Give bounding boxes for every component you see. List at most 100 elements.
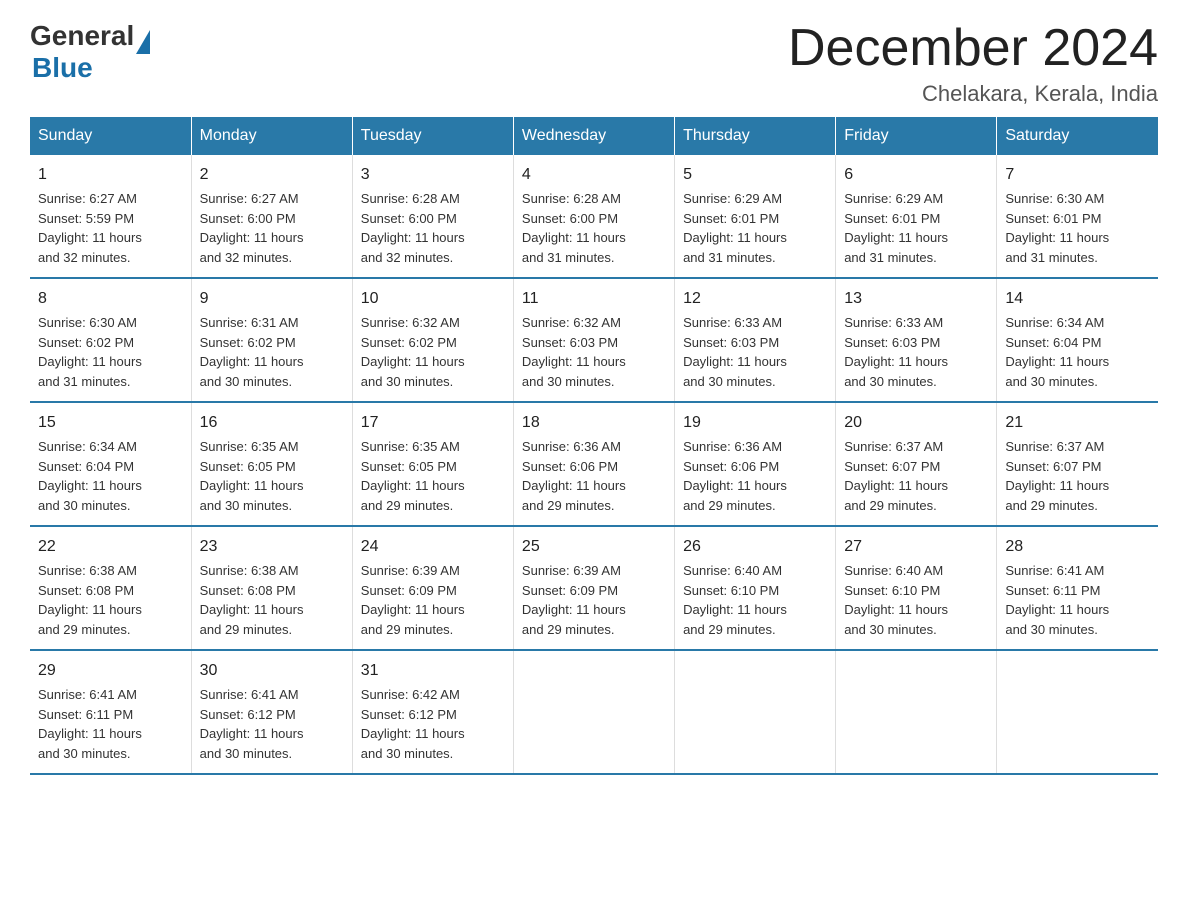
day-info: Sunrise: 6:35 AM Sunset: 6:05 PM Dayligh… bbox=[200, 437, 344, 515]
day-number: 28 bbox=[1005, 535, 1150, 559]
day-number: 19 bbox=[683, 411, 827, 435]
day-number: 20 bbox=[844, 411, 988, 435]
calendar-day-cell: 14Sunrise: 6:34 AM Sunset: 6:04 PM Dayli… bbox=[997, 278, 1158, 402]
logo-wrapper: General Blue bbox=[30, 20, 150, 84]
calendar-day-cell bbox=[675, 650, 836, 774]
calendar-day-cell: 19Sunrise: 6:36 AM Sunset: 6:06 PM Dayli… bbox=[675, 402, 836, 526]
calendar-week-row: 22 Sunrise: 6:38 AM Sunset: 6:08 PM Dayli… bbox=[30, 526, 1158, 650]
day-number: 4 bbox=[522, 163, 666, 187]
day-number: 21 bbox=[1005, 411, 1150, 435]
title-block: December 2024 Chelakara, Kerala, India bbox=[788, 20, 1158, 107]
calendar-day-cell bbox=[836, 650, 997, 774]
day-number: 17 bbox=[361, 411, 505, 435]
calendar-body: 1Sunrise: 6:27 AM Sunset: 5:59 PM Daylig… bbox=[30, 155, 1158, 774]
day-number: 29 bbox=[38, 659, 183, 683]
header-cell-tuesday: Tuesday bbox=[352, 117, 513, 155]
page-title: December 2024 bbox=[788, 20, 1158, 77]
calendar-day-cell: 22Sunrise: 6:38 AM Sunset: 6:08 PM Dayli… bbox=[30, 526, 191, 650]
day-info: Sunrise: 6:27 AM Sunset: 6:00 PM Dayligh… bbox=[200, 189, 344, 267]
calendar-week-row: 8Sunrise: 6:30 AM Sunset: 6:02 PM Daylig… bbox=[30, 278, 1158, 402]
day-number: 14 bbox=[1005, 287, 1150, 311]
calendar-day-cell: 31Sunrise: 6:42 AM Sunset: 6:12 PM Dayli… bbox=[352, 650, 513, 774]
day-number: 26 bbox=[683, 535, 827, 559]
calendar-day-cell: 3Sunrise: 6:28 AM Sunset: 6:00 PM Daylig… bbox=[352, 155, 513, 278]
page-subtitle: Chelakara, Kerala, India bbox=[788, 81, 1158, 107]
calendar-day-cell: 9Sunrise: 6:31 AM Sunset: 6:02 PM Daylig… bbox=[191, 278, 352, 402]
calendar-day-cell: 25Sunrise: 6:39 AM Sunset: 6:09 PM Dayli… bbox=[513, 526, 674, 650]
day-info: Sunrise: 6:31 AM Sunset: 6:02 PM Dayligh… bbox=[200, 313, 344, 391]
day-info: Sunrise: 6:40 AM Sunset: 6:10 PM Dayligh… bbox=[844, 561, 988, 639]
calendar-day-cell: 26Sunrise: 6:40 AM Sunset: 6:10 PM Dayli… bbox=[675, 526, 836, 650]
calendar-week-row: 15Sunrise: 6:34 AM Sunset: 6:04 PM Dayli… bbox=[30, 402, 1158, 526]
header-cell-sunday: Sunday bbox=[30, 117, 191, 155]
day-info: Sunrise: 6:34 AM Sunset: 6:04 PM Dayligh… bbox=[38, 437, 183, 515]
day-number: 1 bbox=[38, 163, 183, 187]
day-number: 12 bbox=[683, 287, 827, 311]
day-number: 16 bbox=[200, 411, 344, 435]
logo-line1: General bbox=[30, 20, 150, 52]
day-info: Sunrise: 6:32 AM Sunset: 6:03 PM Dayligh… bbox=[522, 313, 666, 391]
calendar-day-cell: 2Sunrise: 6:27 AM Sunset: 6:00 PM Daylig… bbox=[191, 155, 352, 278]
day-info: Sunrise: 6:37 AM Sunset: 6:07 PM Dayligh… bbox=[1005, 437, 1150, 515]
calendar-day-cell: 6Sunrise: 6:29 AM Sunset: 6:01 PM Daylig… bbox=[836, 155, 997, 278]
day-number: 30 bbox=[200, 659, 344, 683]
day-info: Sunrise: 6:39 AM Sunset: 6:09 PM Dayligh… bbox=[361, 561, 505, 639]
day-number: 8 bbox=[38, 287, 183, 311]
day-info: Sunrise: 6:29 AM Sunset: 6:01 PM Dayligh… bbox=[683, 189, 827, 267]
calendar-week-row: 29Sunrise: 6:41 AM Sunset: 6:11 PM Dayli… bbox=[30, 650, 1158, 774]
day-info: Sunrise: 6:30 AM Sunset: 6:01 PM Dayligh… bbox=[1005, 189, 1150, 267]
day-number: 7 bbox=[1005, 163, 1150, 187]
day-number: 5 bbox=[683, 163, 827, 187]
day-number: 31 bbox=[361, 659, 505, 683]
calendar-day-cell: 11Sunrise: 6:32 AM Sunset: 6:03 PM Dayli… bbox=[513, 278, 674, 402]
day-info: Sunrise: 6:30 AM Sunset: 6:02 PM Dayligh… bbox=[38, 313, 183, 391]
calendar-day-cell: 16Sunrise: 6:35 AM Sunset: 6:05 PM Dayli… bbox=[191, 402, 352, 526]
day-info: Sunrise: 6:35 AM Sunset: 6:05 PM Dayligh… bbox=[361, 437, 505, 515]
calendar-day-cell: 23Sunrise: 6:38 AM Sunset: 6:08 PM Dayli… bbox=[191, 526, 352, 650]
day-info: Sunrise: 6:28 AM Sunset: 6:00 PM Dayligh… bbox=[522, 189, 666, 267]
day-number: 9 bbox=[200, 287, 344, 311]
header-cell-monday: Monday bbox=[191, 117, 352, 155]
calendar-day-cell: 30Sunrise: 6:41 AM Sunset: 6:12 PM Dayli… bbox=[191, 650, 352, 774]
day-info: Sunrise: 6:27 AM Sunset: 5:59 PM Dayligh… bbox=[38, 189, 183, 267]
day-number: 15 bbox=[38, 411, 183, 435]
calendar-day-cell: 15Sunrise: 6:34 AM Sunset: 6:04 PM Dayli… bbox=[30, 402, 191, 526]
calendar-day-cell: 18Sunrise: 6:36 AM Sunset: 6:06 PM Dayli… bbox=[513, 402, 674, 526]
calendar-day-cell: 7Sunrise: 6:30 AM Sunset: 6:01 PM Daylig… bbox=[997, 155, 1158, 278]
day-number: 2 bbox=[200, 163, 344, 187]
calendar-header: SundayMondayTuesdayWednesdayThursdayFrid… bbox=[30, 117, 1158, 155]
day-number: 3 bbox=[361, 163, 505, 187]
logo-general-text: General bbox=[30, 20, 134, 52]
day-info: Sunrise: 6:34 AM Sunset: 6:04 PM Dayligh… bbox=[1005, 313, 1150, 391]
day-info: Sunrise: 6:40 AM Sunset: 6:10 PM Dayligh… bbox=[683, 561, 827, 639]
calendar-day-cell: 4Sunrise: 6:28 AM Sunset: 6:00 PM Daylig… bbox=[513, 155, 674, 278]
day-info: Sunrise: 6:38 AM Sunset: 6:08 PM Dayligh… bbox=[200, 561, 344, 639]
day-info: Sunrise: 6:36 AM Sunset: 6:06 PM Dayligh… bbox=[683, 437, 827, 515]
day-number: 23 bbox=[200, 535, 344, 559]
day-number: 11 bbox=[522, 287, 666, 311]
calendar-day-cell bbox=[513, 650, 674, 774]
calendar-day-cell: 20Sunrise: 6:37 AM Sunset: 6:07 PM Dayli… bbox=[836, 402, 997, 526]
calendar-day-cell: 12Sunrise: 6:33 AM Sunset: 6:03 PM Dayli… bbox=[675, 278, 836, 402]
logo-blue-text: Blue bbox=[32, 52, 150, 84]
day-number: 6 bbox=[844, 163, 988, 187]
day-number: 18 bbox=[522, 411, 666, 435]
calendar-day-cell bbox=[997, 650, 1158, 774]
calendar-day-cell: 27Sunrise: 6:40 AM Sunset: 6:10 PM Dayli… bbox=[836, 526, 997, 650]
day-info: Sunrise: 6:41 AM Sunset: 6:11 PM Dayligh… bbox=[1005, 561, 1150, 639]
logo-triangle-icon bbox=[136, 30, 150, 54]
header-cell-wednesday: Wednesday bbox=[513, 117, 674, 155]
day-info: Sunrise: 6:39 AM Sunset: 6:09 PM Dayligh… bbox=[522, 561, 666, 639]
calendar-table: SundayMondayTuesdayWednesdayThursdayFrid… bbox=[30, 117, 1158, 775]
day-number: 25 bbox=[522, 535, 666, 559]
day-number: 24 bbox=[361, 535, 505, 559]
day-number: 22 bbox=[38, 535, 183, 559]
day-info: Sunrise: 6:41 AM Sunset: 6:11 PM Dayligh… bbox=[38, 685, 183, 763]
page-header: General Blue December 2024 Chelakara, Ke… bbox=[30, 20, 1158, 107]
day-info: Sunrise: 6:33 AM Sunset: 6:03 PM Dayligh… bbox=[683, 313, 827, 391]
day-info: Sunrise: 6:32 AM Sunset: 6:02 PM Dayligh… bbox=[361, 313, 505, 391]
header-cell-saturday: Saturday bbox=[997, 117, 1158, 155]
calendar-day-cell: 29Sunrise: 6:41 AM Sunset: 6:11 PM Dayli… bbox=[30, 650, 191, 774]
calendar-week-row: 1Sunrise: 6:27 AM Sunset: 5:59 PM Daylig… bbox=[30, 155, 1158, 278]
header-row: SundayMondayTuesdayWednesdayThursdayFrid… bbox=[30, 117, 1158, 155]
